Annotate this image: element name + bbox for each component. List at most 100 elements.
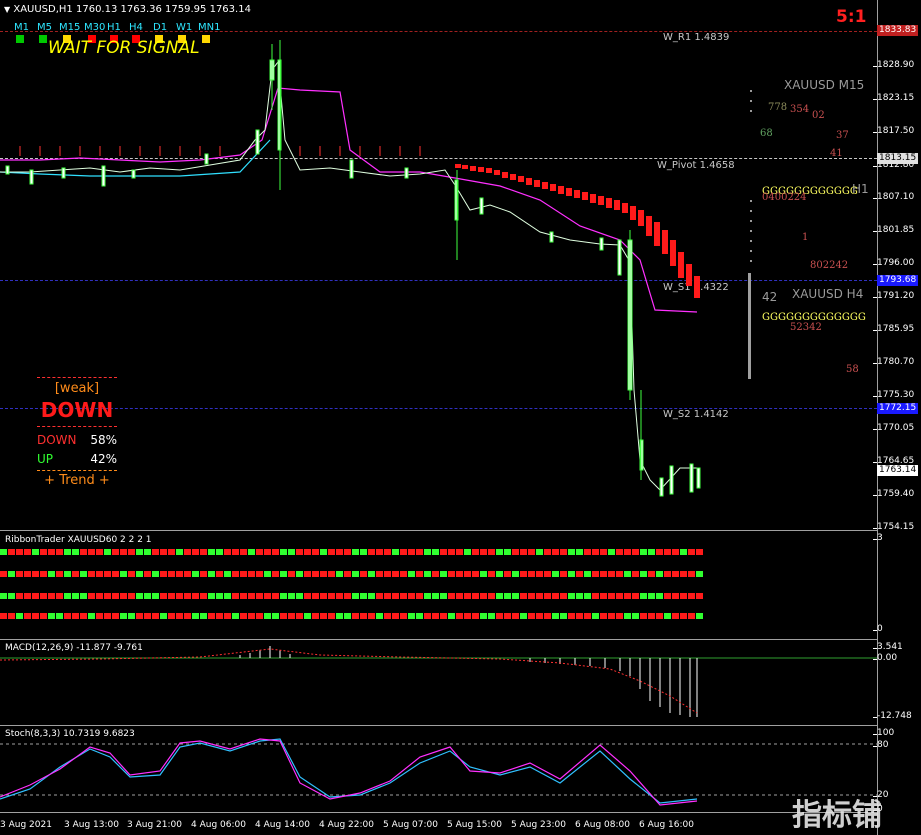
- ribbon-cell: [168, 549, 175, 555]
- ribbon-cell: [464, 613, 471, 619]
- price-tick: 1801.85: [872, 225, 915, 235]
- macd-axis-min: -12.748: [873, 711, 912, 721]
- ribbon-cell: [312, 549, 319, 555]
- ribbon-cell: [560, 593, 567, 599]
- ribbon-cell: [376, 613, 383, 619]
- ribbon-cell: [536, 593, 543, 599]
- ribbon-cell: [544, 593, 551, 599]
- price-tick: 1796.00: [872, 258, 915, 268]
- ribbon-title: RibbonTrader XAUUSD60 2 2 2 1: [5, 535, 152, 545]
- down-percent: 58%: [90, 433, 117, 447]
- ribbon-cell: [680, 549, 687, 555]
- ribbon-cell: [544, 613, 551, 619]
- ribbon-cell: [176, 571, 183, 577]
- ribbon-cell: [680, 571, 687, 577]
- pane-divider: [0, 639, 877, 640]
- ribbon-cell: [528, 593, 535, 599]
- ribbon-cell: [672, 571, 679, 577]
- ribbon-cell: [624, 613, 631, 619]
- ribbon-cell: [408, 571, 415, 577]
- ribbon-cell: [88, 549, 95, 555]
- ribbon-cell: [200, 613, 207, 619]
- time-tick: 3 Aug 13:00: [64, 820, 119, 830]
- ribbon-cell: [304, 593, 311, 599]
- ribbon-cell: [480, 593, 487, 599]
- ribbon-cell: [400, 571, 407, 577]
- ribbon-cell: [560, 613, 567, 619]
- ribbon-cell: [472, 593, 479, 599]
- ribbon-cell: [416, 593, 423, 599]
- stoch-pane[interactable]: Stoch(8,3,3) 10.7319 9.6823: [0, 727, 877, 812]
- up-row: UP 42%: [37, 452, 117, 466]
- ribbon-cell: [264, 571, 271, 577]
- ribbon-cell: [384, 549, 391, 555]
- ribbon-cell: [488, 549, 495, 555]
- ribbon-cell: [232, 613, 239, 619]
- ribbon-cell: [272, 593, 279, 599]
- svg-text:58: 58: [846, 364, 859, 375]
- ribbon-cell: [504, 593, 511, 599]
- ribbon-cell: [8, 571, 15, 577]
- divider: [37, 470, 117, 471]
- svg-text:0400224: 0400224: [762, 192, 807, 203]
- ribbon-cell: [40, 613, 47, 619]
- ribbon-cell: [640, 571, 647, 577]
- ribbon-cell: [424, 593, 431, 599]
- up-percent: 42%: [90, 452, 117, 466]
- ribbon-cell: [200, 593, 207, 599]
- down-label: DOWN: [37, 433, 77, 447]
- ribbon-cell: [344, 549, 351, 555]
- ribbon-cell: [488, 593, 495, 599]
- ribbon-cell: [48, 571, 55, 577]
- macd-pane[interactable]: MACD(12,26,9) -11.877 -9.761: [0, 641, 877, 723]
- ribbon-cell: [584, 593, 591, 599]
- ribbon-cell: [296, 571, 303, 577]
- ribbon-cell: [320, 549, 327, 555]
- ribbon-cell: [56, 571, 63, 577]
- ribbon-cell: [8, 549, 15, 555]
- ribbon-cell: [216, 549, 223, 555]
- ribbon-cell: [40, 593, 47, 599]
- ribbon-cell: [696, 549, 703, 555]
- ribbon-cell: [112, 593, 119, 599]
- ribbon-cell: [408, 549, 415, 555]
- ribbon-cell: [24, 549, 31, 555]
- ribbon-cell: [176, 593, 183, 599]
- ribbon-cell: [376, 593, 383, 599]
- ribbon-cell: [0, 613, 7, 619]
- ribbon-cell: [288, 571, 295, 577]
- ribbon-cell: [320, 613, 327, 619]
- svg-text:52342: 52342: [790, 322, 822, 333]
- ribbon-cell: [440, 571, 447, 577]
- ribbon-cell: [8, 593, 15, 599]
- strength-label: [weak]: [54, 381, 100, 396]
- ribbon-cell: [96, 549, 103, 555]
- ribbon-cell: [648, 571, 655, 577]
- down-row: DOWN 58%: [37, 433, 117, 447]
- ribbon-cell: [248, 593, 255, 599]
- ribbon-cell: [280, 593, 287, 599]
- ribbon-cell: [192, 593, 199, 599]
- ribbon-pane[interactable]: RibbonTrader XAUUSD60 2 2 2 1: [0, 533, 877, 637]
- ribbon-cell: [432, 593, 439, 599]
- ribbon-cell: [48, 549, 55, 555]
- mtf-glyph-cluster: 778 354 0268 3741 GGGGGGGGGGGG 0400224 1 …: [750, 90, 866, 375]
- main-chart-pane[interactable]: ▼ XAUUSD,H1 1760.13 1763.36 1759.95 1763…: [0, 0, 877, 530]
- price-tick: 1807.10: [872, 192, 915, 202]
- ribbon-cell: [440, 549, 447, 555]
- ribbon-cell: [320, 571, 327, 577]
- ribbon-cell: [112, 549, 119, 555]
- ribbon-cell: [632, 613, 639, 619]
- time-tick: 5 Aug 23:00: [511, 820, 566, 830]
- time-axis[interactable]: 3 Aug 2021 3 Aug 13:00 3 Aug 21:00 4 Aug…: [0, 815, 877, 835]
- ribbon-cell: [280, 613, 287, 619]
- svg-text:354: 354: [790, 104, 809, 115]
- ribbon-cell: [688, 571, 695, 577]
- price-tick: 1754.15: [872, 522, 915, 532]
- price-tick: 1780.70: [872, 357, 915, 367]
- ribbon-cell: [424, 549, 431, 555]
- price-tick: 1775.30: [872, 390, 915, 400]
- ribbon-cell: [432, 613, 439, 619]
- svg-text:778: 778: [768, 102, 787, 113]
- ribbon-cell: [360, 571, 367, 577]
